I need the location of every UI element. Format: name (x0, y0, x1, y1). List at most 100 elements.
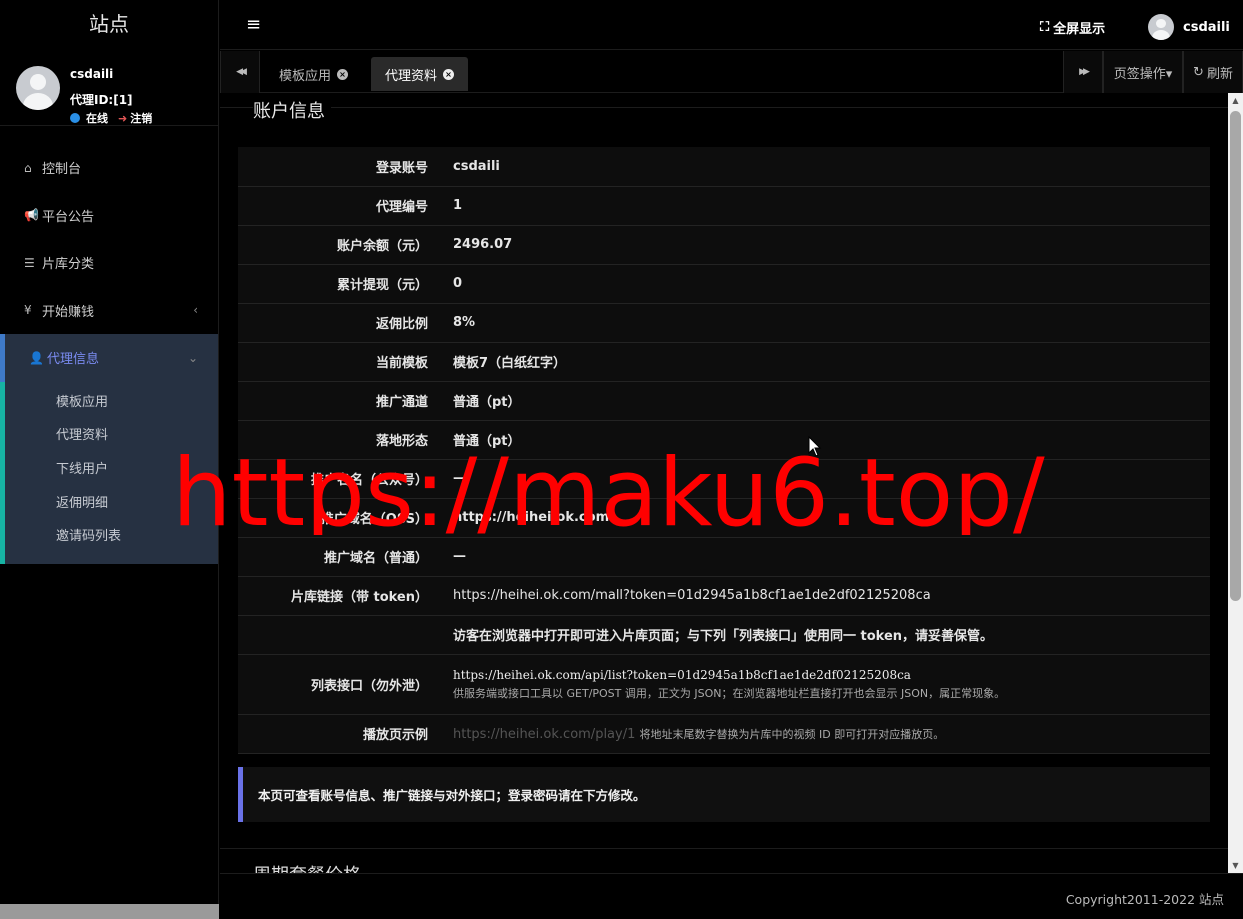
tab-bar: ◀◀ 模板应用 × 代理资料 × ▶▶ 页签操作▾ ↻ 刷新 (220, 51, 1243, 93)
logout-link[interactable]: 注销 (130, 110, 152, 126)
bullhorn-icon: 📢 (24, 208, 39, 223)
row-key: 播放页示例 (238, 714, 436, 754)
row-value: 0 (436, 264, 1210, 304)
table-row: 当前模板 模板7（白纸红字） (238, 342, 1210, 382)
row-key: 片库链接（带 token） (238, 576, 436, 616)
mouse-cursor-icon (808, 436, 822, 457)
top-bar: ≡ ⛶ 全屏显示 csdaili (220, 0, 1243, 50)
list-icon: ☰ (24, 255, 35, 270)
sidebar-item-dashboard[interactable]: ⌂ 控制台 (0, 144, 218, 192)
row-value: 普通（pt） (436, 420, 1210, 460)
row-value: — (436, 537, 1210, 577)
agent-id: 代理ID:[1] (70, 93, 133, 107)
row-key (238, 615, 436, 655)
sidebar-username: csdaili (70, 67, 114, 81)
row-value: 2496.07 (436, 225, 1210, 265)
tab-scroll-right-button[interactable]: ▶▶ (1063, 51, 1103, 93)
table-row: 推广名名（公众号） — (238, 459, 1210, 499)
tab-label: 代理资料 (385, 68, 438, 84)
sidebar-item-categories[interactable]: ☰ 片库分类 (0, 239, 218, 287)
sidebar-menu: ⌂ 控制台 📢 平台公告 ☰ 片库分类 ¥ 开始赚钱 ‹ 👤 代理信息 ⌄ (0, 144, 218, 382)
table-row: 访客在浏览器中打开即可进入片库页面；与下列「列表接口」使用同一 token，请妥… (238, 615, 1210, 655)
row-key: 当前模板 (238, 342, 436, 382)
divider (220, 107, 1228, 108)
submenu-item-commission[interactable]: 返佣明细 (5, 487, 218, 521)
table-row: 账户余额（元） 2496.07 (238, 225, 1210, 265)
close-icon[interactable]: × (337, 68, 349, 80)
top-username: csdaili (1183, 19, 1230, 35)
table-row: 代理编号 1 (238, 186, 1210, 226)
scroll-down-arrow-icon[interactable]: ▼ (1228, 858, 1243, 873)
list-api-url[interactable]: https://heihei.ok.com/api/list?token=01d… (453, 668, 1210, 682)
submenu-item-profile[interactable]: 代理资料 (5, 419, 218, 453)
row-value: 1 (436, 186, 1210, 226)
fullscreen-button[interactable]: ⛶ 全屏显示 (1040, 18, 1105, 37)
notice-text: 本页可查看账号信息、推广链接与对外接口；登录密码请在下方修改。 (258, 788, 646, 803)
fullscreen-icon: ⛶ (1040, 20, 1050, 35)
submenu-item-templates[interactable]: 模板应用 (5, 386, 218, 420)
sidebar-item-earn[interactable]: ¥ 开始赚钱 ‹ (0, 287, 218, 335)
user-icon: 👤 (29, 350, 44, 365)
divider (220, 848, 1228, 849)
page-title: 账户信息 (253, 97, 331, 123)
row-key: 推广域名（OSS） (238, 498, 436, 538)
sidebar-item-label: 控制台 (42, 162, 82, 178)
tab-agent-profile[interactable]: 代理资料 × (371, 57, 469, 91)
row-key: 落地形态 (238, 420, 436, 460)
main-content: 账户信息 登录账号 csdaili 代理编号 1 账户余额（元） 2496.07 累计… (220, 93, 1228, 873)
user-status: 在线 ➜ 注销 (70, 110, 152, 126)
table-row: 播放页示例 https://heihei.ok.com/play/1 将地址末尾… (238, 714, 1210, 754)
tab-operations-dropdown[interactable]: 页签操作▾ (1103, 51, 1183, 93)
agent-info-submenu: 模板应用 代理资料 下线用户 返佣明细 邀请码列表 (0, 381, 218, 564)
avatar (16, 66, 60, 110)
row-key: 推广域名（普通） (238, 537, 436, 577)
submenu-item-invite-codes[interactable]: 邀请码列表 (5, 520, 218, 554)
play-page-link[interactable]: https://heihei.ok.com/play/1 (453, 727, 635, 742)
row-key: 累计提现（元） (238, 264, 436, 304)
copyright-text: Copyright2011-2022 站点 (1065, 892, 1224, 907)
tab-templates[interactable]: 模板应用 × (265, 57, 362, 91)
row-value: 普通（pt） (436, 381, 1210, 421)
row-value: 8% (436, 303, 1210, 343)
promo-domain-link[interactable]: https://heihei.ok.com (436, 498, 1210, 538)
site-title: 站点 (89, 12, 129, 36)
scrollbar-thumb[interactable] (1230, 111, 1241, 601)
table-row: 登录账号 csdaili (238, 147, 1210, 187)
double-chevron-left-icon: ◀◀ (236, 67, 247, 77)
online-label: 在线 (86, 112, 108, 125)
sidebar-horizontal-scrollbar[interactable] (0, 904, 219, 919)
sidebar-item-announcements[interactable]: 📢 平台公告 (0, 192, 218, 240)
logout-icon[interactable]: ➜ (118, 112, 127, 125)
refresh-button[interactable]: ↻ 刷新 (1183, 51, 1243, 93)
library-link[interactable]: https://heihei.ok.com/mall?token=01d2945… (436, 576, 1210, 616)
table-row: 推广域名（OSS） https://heihei.ok.com (238, 498, 1210, 538)
top-user-menu[interactable]: csdaili (1148, 14, 1230, 40)
section-title: 周期套餐价格 (253, 861, 361, 873)
sidebar-item-agent-info[interactable]: 👤 代理信息 ⌄ (0, 334, 218, 382)
table-row: 累计提现（元） 0 (238, 264, 1210, 304)
avatar (1148, 14, 1174, 40)
refresh-label: 刷新 (1206, 66, 1233, 82)
content-scrollbar[interactable]: ▲ ▼ (1228, 93, 1243, 873)
chevron-left-icon: ‹ (193, 303, 198, 318)
table-row: 返佣比例 8% (238, 303, 1210, 343)
close-icon[interactable]: × (443, 68, 455, 80)
row-value: https://heihei.ok.com/play/1 将地址末尾数字替换为片… (436, 714, 1210, 754)
refresh-icon: ↻ (1193, 64, 1204, 80)
menu-toggle-icon[interactable]: ≡ (246, 14, 261, 35)
sidebar-item-label: 开始赚钱 (42, 304, 95, 320)
row-value: https://heihei.ok.com/api/list?token=01d… (436, 654, 1210, 715)
table-row: 列表接口（勿外泄） https://heihei.ok.com/api/list… (238, 654, 1210, 715)
row-key: 代理编号 (238, 186, 436, 226)
user-panel: csdaili 代理ID:[1] 在线 ➜ 注销 (0, 50, 218, 126)
scroll-up-arrow-icon[interactable]: ▲ (1228, 93, 1243, 108)
sidebar-item-label: 平台公告 (42, 209, 95, 225)
row-key: 列表接口（勿外泄） (238, 654, 436, 715)
play-page-note: 将地址末尾数字替换为片库中的视频 ID 即可打开对应播放页。 (639, 727, 945, 741)
submenu-item-downline[interactable]: 下线用户 (5, 453, 218, 487)
row-value: 模板7（白纸红字） (436, 342, 1210, 382)
table-row: 片库链接（带 token） https://heihei.ok.com/mall?… (238, 576, 1210, 616)
tab-scroll-left-button[interactable]: ◀◀ (220, 51, 260, 93)
row-key: 返佣比例 (238, 303, 436, 343)
online-dot-icon (70, 113, 80, 123)
